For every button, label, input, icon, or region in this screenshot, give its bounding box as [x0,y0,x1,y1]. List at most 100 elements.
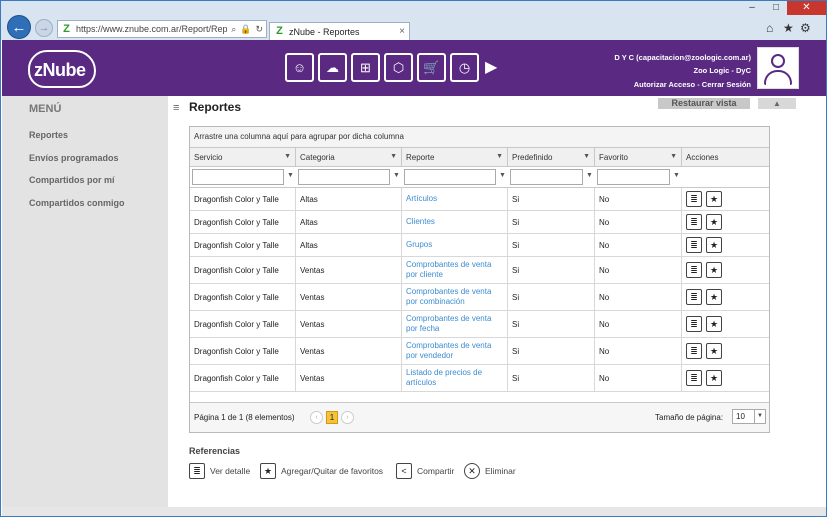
sidebar-item-envios[interactable]: Envíos programados [29,153,119,163]
filter-input-categoria[interactable] [298,169,390,185]
tab-close-icon[interactable]: × [399,26,405,37]
home-icon[interactable]: ⌂ [766,21,773,35]
favorite-star-icon[interactable]: ★ [706,237,722,253]
cell-servicio: Dragonfish Color y Talle [190,311,296,337]
favorite-star-icon[interactable]: ★ [706,370,722,386]
address-bar[interactable]: Z https://www.znube.com.ar/Report/Rep ⌕ … [57,20,267,38]
cell-predefinido: Si [508,188,595,210]
cell-categoria: Ventas [296,311,402,337]
favorites-star-icon[interactable]: ★ [783,21,794,35]
col-header-reporte[interactable]: Reporte ▼ [402,148,508,167]
references-title: Referencias [189,446,241,456]
menu-title: MENÚ [29,103,62,115]
view-detail-icon[interactable]: ≣ [686,343,702,359]
view-detail-icon[interactable]: ≣ [686,370,702,386]
favorite-star-icon[interactable]: ★ [706,262,722,278]
col-header-favorito[interactable]: Favorito ▼ [595,148,682,167]
favorite-star-icon[interactable]: ★ [706,191,722,207]
view-detail-icon[interactable]: ≣ [686,262,702,278]
view-detail-icon[interactable]: ≣ [686,191,702,207]
session-links[interactable]: Autorizar Acceso - Cerrar Sesión [634,80,751,89]
filter-icon[interactable]: ▼ [284,153,291,160]
filter-input-servicio[interactable] [192,169,284,185]
filter-icon[interactable]: ▼ [583,153,590,160]
sidebar-item-compartidos-conmigo[interactable]: Compartidos conmigo [29,198,125,208]
table-row[interactable]: Dragonfish Color y Talle Ventas Comproba… [190,311,769,338]
filter-icon[interactable]: ▼ [496,153,503,160]
table-row[interactable]: Dragonfish Color y Talle Altas Artículos… [190,188,769,211]
filter-icon[interactable]: ▼ [499,172,506,179]
chevron-down-icon[interactable]: ▼ [754,410,765,423]
favorite-star-icon[interactable]: ★ [706,316,722,332]
col-header-categoria[interactable]: Categoria ▼ [296,148,402,167]
table-row[interactable]: Dragonfish Color y Talle Ventas Comproba… [190,338,769,365]
hamburger-menu-icon[interactable]: ≡ [173,102,179,114]
report-link[interactable]: Listado de precios de artículos [402,365,508,391]
module-cloud-settings-icon[interactable]: ☁ [318,53,347,82]
view-detail-icon[interactable]: ≣ [686,214,702,230]
browser-window: – □ ✕ ← → Z https://www.znube.com.ar/Rep… [0,0,827,517]
filter-input-favorito[interactable] [597,169,670,185]
module-cart-icon[interactable]: 🛒 [417,53,446,82]
view-detail-icon[interactable]: ≣ [686,289,702,305]
back-button[interactable]: ← [7,15,31,39]
module-reports-icon[interactable]: ⊞ [351,53,380,82]
minimize-button[interactable]: – [739,1,765,15]
filter-icon[interactable]: ▼ [287,172,294,179]
favorite-star-icon[interactable]: ★ [706,214,722,230]
collapse-button[interactable]: ▲ [758,98,796,109]
restore-view-button[interactable]: Restaurar vista [658,98,750,109]
close-window-button[interactable]: ✕ [787,1,826,15]
url-text[interactable]: https://www.znube.com.ar/Report/Rep [76,24,227,34]
view-detail-icon[interactable]: ≣ [686,237,702,253]
filter-icon[interactable]: ▼ [393,172,400,179]
report-link[interactable]: Artículos [402,188,508,210]
col-header-predefinido[interactable]: Predefinido ▼ [508,148,595,167]
report-link[interactable]: Grupos [402,234,508,256]
page-size-label: Tamaño de página: [655,413,724,422]
filter-input-reporte[interactable] [404,169,496,185]
settings-gear-icon[interactable]: ⚙ [800,21,811,35]
refresh-icon[interactable]: ↻ [255,24,263,35]
avatar[interactable] [757,47,799,89]
prev-page-button[interactable]: ‹ [310,411,323,424]
module-box-icon[interactable]: ⬡ [384,53,413,82]
filter-icon[interactable]: ▼ [390,153,397,160]
maximize-button[interactable]: □ [765,1,787,15]
sidebar-item-compartidos-por-mi[interactable]: Compartidos por mí [29,175,115,185]
tab-znube-reportes[interactable]: Z zNube - Reportes × [269,22,410,40]
current-page-button[interactable]: 1 [326,411,338,424]
report-link[interactable]: Comprobantes de venta por fecha [402,311,508,337]
col-header-servicio[interactable]: Servicio ▼ [190,148,296,167]
table-row[interactable]: Dragonfish Color y Talle Ventas Comproba… [190,257,769,284]
report-link[interactable]: Comprobantes de venta por combinación [402,284,508,310]
znube-logo[interactable]: zNube [28,50,96,88]
filter-icon[interactable]: ▼ [586,172,593,179]
group-panel[interactable]: Arrastre una columna aquí para agrupar p… [190,127,769,148]
sidebar-item-reportes[interactable]: Reportes [29,130,68,140]
report-link[interactable]: Comprobantes de venta por vendedor [402,338,508,364]
table-row[interactable]: Dragonfish Color y Talle Ventas Comproba… [190,284,769,311]
reference-view-detail: ≣ Ver detalle [189,463,250,479]
cell-categoria: Altas [296,234,402,256]
main-content: ≡ Reportes Restaurar vista ▲ Arrastre un… [168,96,826,507]
favorite-star-icon[interactable]: ★ [706,343,722,359]
table-row[interactable]: Dragonfish Color y Talle Altas Grupos Si… [190,234,769,257]
next-page-button[interactable]: › [341,411,354,424]
filter-icon[interactable]: ▼ [673,172,680,179]
filter-input-predefinido[interactable] [510,169,583,185]
view-detail-icon[interactable]: ≣ [686,316,702,332]
filter-icon[interactable]: ▼ [670,153,677,160]
search-icon[interactable]: ⌕ [231,24,236,35]
report-link[interactable]: Clientes [402,211,508,233]
module-users-icon[interactable]: ☺ [285,53,314,82]
module-clock-icon[interactable]: ◷ [450,53,479,82]
forward-button[interactable]: → [35,19,53,37]
module-next-arrow-icon[interactable]: ▶ [485,53,497,82]
report-link[interactable]: Comprobantes de venta por cliente [402,257,508,283]
favorite-star-icon[interactable]: ★ [706,289,722,305]
table-row[interactable]: Dragonfish Color y Talle Ventas Listado … [190,365,769,392]
page-size-select[interactable]: 10 ▼ [732,409,766,424]
cell-servicio: Dragonfish Color y Talle [190,211,296,233]
table-row[interactable]: Dragonfish Color y Talle Altas Clientes … [190,211,769,234]
